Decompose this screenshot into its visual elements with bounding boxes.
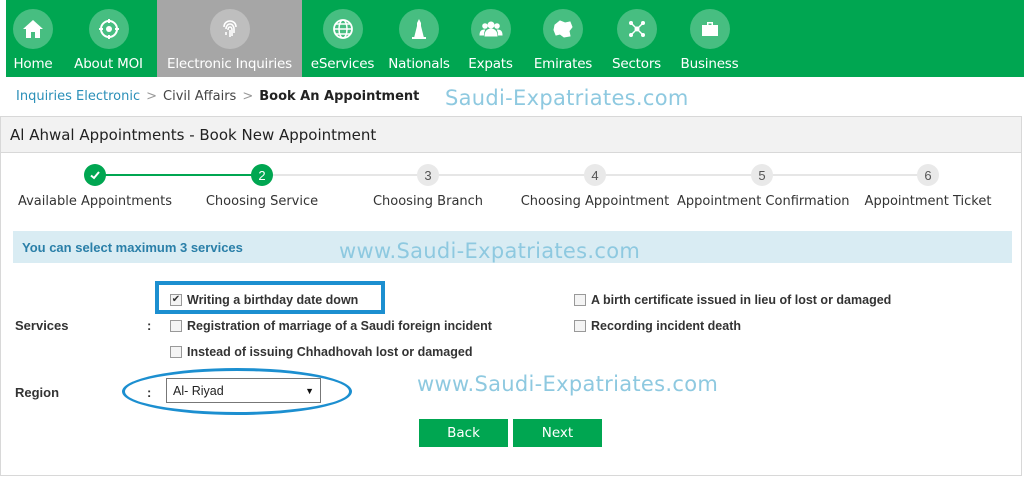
step-label: Appointment Confirmation (677, 194, 850, 209)
step-number: 6 (917, 164, 939, 186)
checkmark-icon (84, 164, 106, 186)
breadcrumb-current: Book An Appointment (259, 89, 420, 104)
step-appointment-ticket: 6 Appointment Ticket (843, 164, 1013, 209)
nav-item-expats[interactable]: Expats (455, 0, 526, 77)
checkbox[interactable] (574, 294, 586, 306)
step-number: 5 (751, 164, 773, 186)
step-number: 2 (251, 164, 273, 186)
chevron-right-icon: > (146, 89, 158, 104)
service-option-label: Recording incident death (591, 319, 742, 333)
top-navigation: Home About MOI Electronic Inquiries eSer… (6, 0, 1024, 77)
panel-title: Al Ahwal Appointments - Book New Appoint… (1, 117, 1021, 153)
watermark: www.Saudi-Expatriates.com (417, 372, 719, 396)
globe-icon (322, 9, 363, 49)
step-label: Choosing Service (205, 194, 319, 209)
checkbox[interactable] (170, 346, 182, 358)
highlight-box (155, 281, 385, 314)
next-button[interactable]: Next (513, 419, 602, 447)
nav-item-nationals[interactable]: Nationals (383, 0, 455, 77)
services-colon: : (147, 318, 152, 333)
step-choosing-branch: 3 Choosing Branch (343, 164, 513, 209)
step-label: Choosing Branch (372, 194, 484, 209)
checkbox[interactable] (574, 320, 586, 332)
service-option-label: Registration of marriage of a Saudi fore… (187, 319, 492, 333)
step-number: 4 (584, 164, 606, 186)
step-choosing-appointment: 4 Choosing Appointment (510, 164, 680, 209)
watermark: Saudi-Expatriates.com (445, 86, 689, 110)
step-label: Available Appointments (17, 194, 173, 209)
highlight-ellipse (122, 368, 352, 415)
nav-item-sectors[interactable]: Sectors (600, 0, 673, 77)
network-icon (616, 9, 657, 49)
home-icon (13, 9, 53, 49)
breadcrumb-link-inquiries[interactable]: Inquiries Electronic (16, 89, 140, 104)
step-available-appointments: Available Appointments (10, 164, 180, 209)
service-option-marriage[interactable]: Registration of marriage of a Saudi fore… (170, 319, 492, 333)
emblem-icon (88, 9, 129, 49)
nav-label: Sectors (611, 56, 662, 72)
nav-label: eServices (310, 56, 375, 72)
nav-item-eservices[interactable]: eServices (302, 0, 383, 77)
chevron-right-icon: > (242, 89, 254, 104)
step-label: Choosing Appointment (520, 194, 670, 209)
nav-label: Home (13, 56, 53, 72)
step-choosing-service: 2 Choosing Service (177, 164, 347, 209)
map-icon (543, 9, 583, 49)
step-number: 3 (417, 164, 439, 186)
service-option-death[interactable]: Recording incident death (574, 319, 741, 333)
checkbox[interactable] (170, 320, 182, 332)
nav-item-about-moi[interactable]: About MOI (60, 0, 157, 77)
nav-label: Emirates (533, 56, 593, 72)
tower-icon (399, 9, 439, 49)
nav-label: About MOI (74, 56, 143, 72)
step-appointment-confirmation: 5 Appointment Confirmation (677, 164, 850, 209)
service-option-replacement[interactable]: Instead of issuing Chhadhovah lost or da… (170, 345, 472, 359)
service-option-label: A birth certificate issued in lieu of lo… (591, 293, 892, 307)
nav-label: Business (680, 56, 739, 72)
nav-label: Electronic Inquiries (167, 56, 292, 72)
nav-label: Expats (468, 56, 513, 72)
fingerprint-icon (209, 9, 250, 49)
nav-item-home[interactable]: Home (6, 0, 60, 77)
people-icon (470, 9, 511, 49)
nav-item-business[interactable]: Business (673, 0, 746, 77)
nav-item-electronic-inquiries[interactable]: Electronic Inquiries (157, 0, 302, 77)
watermark: www.Saudi-Expatriates.com (339, 239, 641, 263)
service-option-label: Instead of issuing Chhadhovah lost or da… (187, 345, 473, 359)
breadcrumb: Inquiries Electronic > Civil Affairs > B… (16, 89, 419, 104)
back-button[interactable]: Back (419, 419, 508, 447)
nav-item-emirates[interactable]: Emirates (526, 0, 600, 77)
region-label: Region (15, 385, 60, 400)
services-label: Services (15, 318, 69, 333)
progress-stepper: Available Appointments 2 Choosing Servic… (0, 160, 1024, 220)
briefcase-icon (689, 9, 730, 49)
nav-label: Nationals (388, 56, 450, 72)
breadcrumb-link-civil-affairs[interactable]: Civil Affairs (163, 89, 236, 104)
service-option-birth-certificate[interactable]: A birth certificate issued in lieu of lo… (574, 293, 891, 307)
step-label: Appointment Ticket (864, 194, 992, 209)
